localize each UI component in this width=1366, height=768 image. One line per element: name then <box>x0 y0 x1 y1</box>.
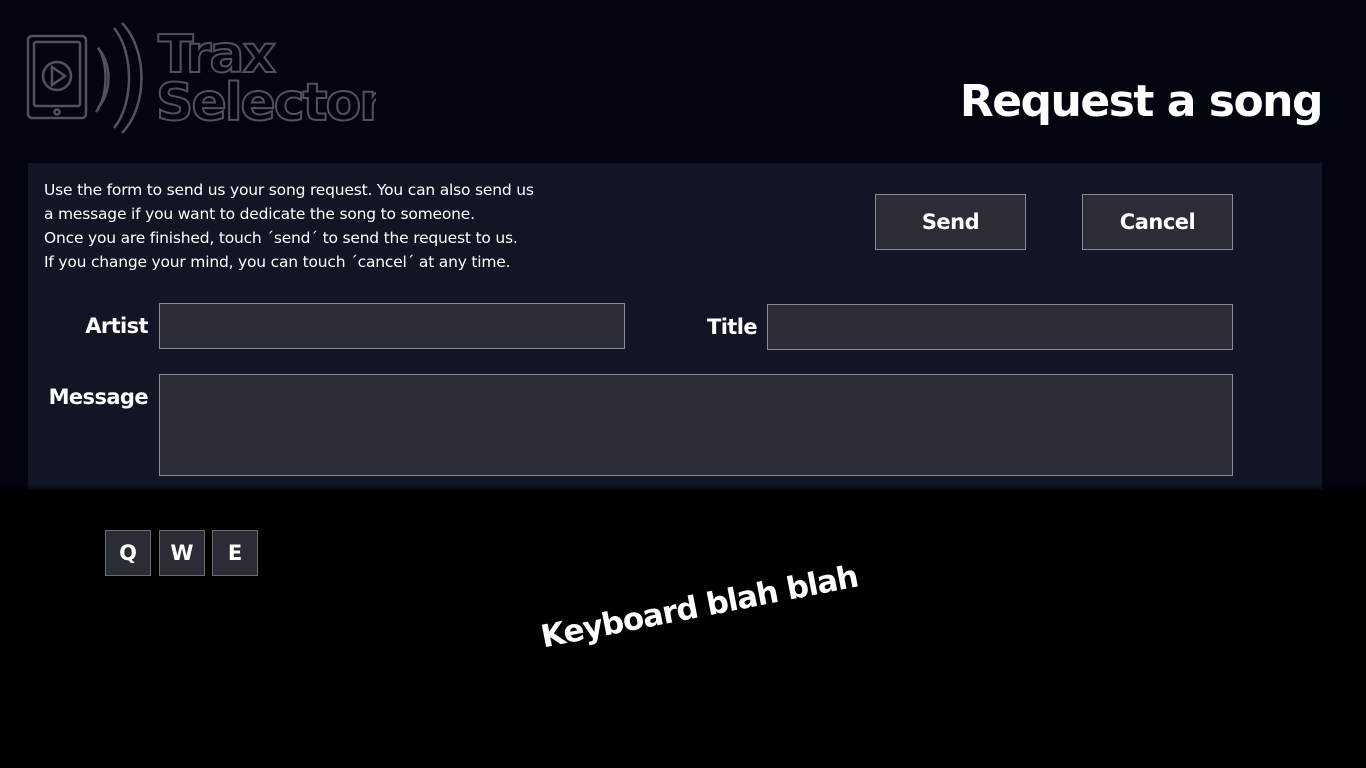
key-w[interactable]: W <box>159 530 205 576</box>
page-title: Request a song <box>959 76 1324 127</box>
logo-graphic: Trax Selector <box>26 22 376 134</box>
cancel-button[interactable]: Cancel <box>1082 194 1233 250</box>
logo-text-line2: Selector <box>156 73 376 133</box>
instruction-line: Use the form to send us your song reques… <box>44 181 534 199</box>
keyboard-placeholder-text: Keyboard blah blah <box>538 558 861 656</box>
instruction-line: Once you are finished, touch ´send´ to s… <box>44 229 518 247</box>
artist-label: Artist <box>85 314 148 338</box>
title-input[interactable] <box>767 304 1233 350</box>
message-textarea[interactable] <box>159 374 1233 476</box>
instruction-line: If you change your mind, you can touch ´… <box>44 253 511 271</box>
artist-input[interactable] <box>159 303 625 349</box>
song-request-screen: Trax Selector Request a song Use the for… <box>0 0 1366 768</box>
trax-selector-logo: Trax Selector <box>26 20 376 136</box>
onscreen-keyboard: Q W E Keyboard blah blah <box>0 490 1366 768</box>
instruction-line: a message if you want to dedicate the so… <box>44 205 475 223</box>
key-e[interactable]: E <box>212 530 258 576</box>
key-q[interactable]: Q <box>105 530 151 576</box>
request-form-panel: Use the form to send us your song reques… <box>28 163 1322 490</box>
title-label: Title <box>706 315 758 339</box>
form-instructions: Use the form to send us your song reques… <box>44 178 604 274</box>
top-area: Trax Selector Request a song Use the for… <box>0 0 1366 490</box>
broadcast-wave-outer-icon <box>121 22 143 134</box>
message-label: Message <box>48 385 149 409</box>
send-button[interactable]: Send <box>875 194 1026 250</box>
